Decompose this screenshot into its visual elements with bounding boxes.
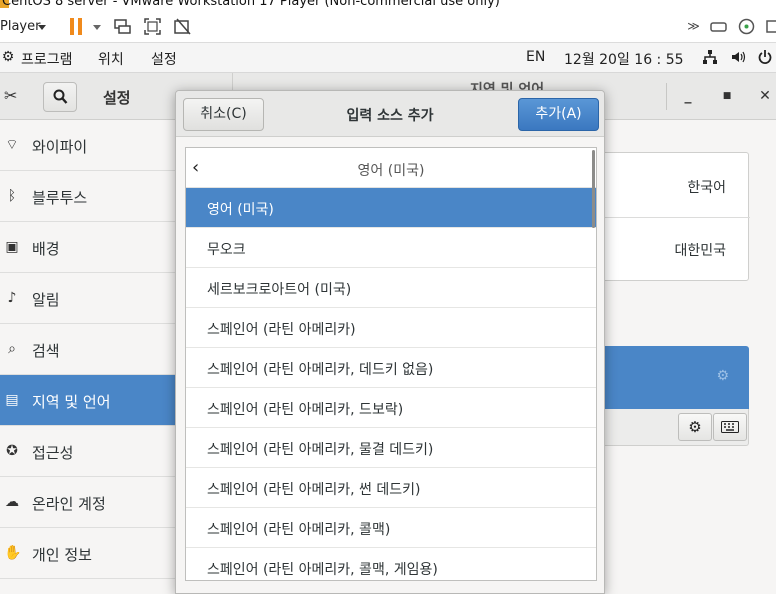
list-item[interactable]: 스페인어 (라틴 아메리카, 콜맥) (186, 508, 596, 548)
list-item-label: 스페인어 (라틴 아메리카, 물결 데드키) (207, 442, 434, 458)
places-menu[interactable]: 위치 (98, 49, 124, 69)
language-formats-box: 한국어 대한민국 (585, 152, 750, 281)
list-item[interactable]: 스페인어 (라틴 아메리카, 데드키 없음) (186, 348, 596, 388)
chevron-down-icon[interactable] (38, 25, 46, 30)
network-adapter-icon[interactable] (762, 17, 776, 36)
category-label: 영어 (미국) (357, 163, 425, 179)
list-item-label: 스페인어 (라틴 아메리카, 데드키 없음) (207, 362, 434, 378)
list-item[interactable]: 스페인어 (라틴 아메리카, 물결 데드키) (186, 428, 596, 468)
list-item-label: 세르보크로아트어 (미국) (207, 282, 352, 298)
minimize-button[interactable]: _ (679, 87, 697, 105)
sidebar-item-label: 개인 정보 (32, 546, 92, 564)
list-item[interactable]: 스페인어 (라틴 아메리카, 드보락) (186, 388, 596, 428)
list-item-label: 스페인어 (라틴 아메리카, 콜맥) (207, 522, 391, 538)
scrollbar[interactable] (592, 150, 595, 228)
hard-disk-icon[interactable] (709, 17, 728, 36)
keyboard-icon (721, 421, 739, 433)
list-item-label: 영어 (미국) (207, 202, 274, 218)
more-devices-icon[interactable]: ≫ (684, 17, 703, 36)
pause-icon[interactable] (70, 18, 74, 35)
app-menu[interactable]: 설정 (151, 49, 177, 69)
formats-value[interactable]: 대한민국 (674, 240, 726, 260)
sidebar-item-label: 지역 및 언어 (32, 393, 111, 411)
vmware-toolbar: Player ≫ (0, 11, 776, 43)
list-item[interactable]: 스페인어 (라틴 아메리카, 콜맥, 게임용) (186, 548, 596, 580)
gnome-top-bar: ⚙ 프로그램 위치 설정 EN 12월 20일 16 : 55 (0, 43, 776, 73)
clock[interactable]: 12월 20일 16 : 55 (564, 49, 684, 69)
list-item-label: 스페인어 (라틴 아메리카, 드보락) (207, 402, 404, 418)
vmware-window-title: CentOS 8 server - VMware Workstation 17 … (2, 0, 500, 9)
add-input-source-dialog: 취소(C) 입력 소스 추가 추가(A) ‹ 영어 (미국) 영어 (미국) 무오… (175, 90, 605, 594)
online-accounts-icon: ☁ (5, 494, 19, 510)
list-item[interactable]: 스페인어 (라틴 아메리카, 썬 데드키) (186, 468, 596, 508)
keyboard-layout-button[interactable] (713, 413, 747, 441)
applications-menu[interactable]: 프로그램 (21, 49, 73, 69)
header-separator (666, 83, 667, 110)
divider (586, 217, 750, 218)
list-item[interactable]: 무오크 (186, 228, 596, 268)
volume-icon[interactable] (730, 49, 746, 65)
search-icon: ⌕ (8, 341, 16, 357)
list-item[interactable]: 영어 (미국) (186, 188, 596, 228)
sidebar-item-label: 검색 (32, 342, 60, 360)
accessibility-icon: ✪ (6, 443, 18, 459)
input-source-row-selected[interactable]: ⚙ (585, 346, 749, 409)
input-source-indicator[interactable]: EN (526, 49, 545, 65)
list-item[interactable]: 스페인어 (라틴 아메리카) (186, 308, 596, 348)
display-icon: ▣ (5, 239, 19, 255)
list-item-label: 스페인어 (라틴 아메리카) (207, 322, 356, 338)
list-item-label: 무오크 (207, 242, 246, 258)
add-button[interactable]: 추가(A) (518, 98, 599, 131)
list-category-header[interactable]: ‹ 영어 (미국) (186, 148, 596, 188)
network-wired-icon[interactable] (702, 49, 718, 65)
search-icon (53, 89, 68, 104)
sidebar-item-label: 온라인 계정 (32, 495, 106, 513)
language-value[interactable]: 한국어 (687, 177, 726, 197)
tools-icon: ✂ (4, 86, 18, 105)
sidebar-item-label: 와이파이 (32, 138, 88, 156)
gear-icon: ⚙ (716, 368, 729, 384)
list-item[interactable]: 세르보크로아트어 (미국) (186, 268, 596, 308)
chevron-down-icon[interactable] (93, 25, 101, 30)
list-item-label: 스페인어 (라틴 아메리카, 썬 데드키) (207, 482, 421, 498)
wifi-icon: ⌔ (5, 137, 19, 153)
maximize-button[interactable]: ■ (718, 87, 736, 105)
input-source-toolbar: ⚙ (585, 409, 749, 446)
unity-icon[interactable] (173, 17, 192, 36)
cd-dvd-icon[interactable] (737, 17, 756, 36)
input-source-list: ‹ 영어 (미국) 영어 (미국) 무오크세르보크로아트어 (미국) 스페인어 (라… (185, 147, 597, 581)
fullscreen-icon[interactable] (143, 17, 162, 36)
region-icon: ▤ (5, 392, 19, 408)
list-item-label: 스페인어 (라틴 아메리카, 콜맥, 게임용) (207, 562, 438, 578)
sidebar-item-label: 배경 (32, 240, 60, 258)
bell-icon: ♪ (7, 290, 17, 306)
input-source-settings-button[interactable]: ⚙ (678, 413, 712, 441)
settings-app-icon: ⚙ (1, 49, 15, 65)
bluetooth-icon: ᛒ (7, 188, 17, 204)
pause-icon-bar[interactable] (78, 18, 82, 35)
privacy-hand-icon: ✋ (4, 545, 22, 561)
sidebar-item-label: 알림 (32, 291, 60, 309)
settings-title: 설정 (103, 89, 131, 107)
sidebar-item-label: 접근성 (32, 444, 74, 462)
vmware-title-bar: CentOS 8 server - VMware Workstation 17 … (0, 0, 776, 11)
sidebar-item-label: 블루투스 (32, 189, 88, 207)
send-ctrl-alt-del-icon[interactable] (113, 17, 132, 36)
power-icon[interactable] (757, 49, 773, 65)
close-button[interactable]: ✕ (756, 87, 774, 105)
dialog-header: 취소(C) 입력 소스 추가 추가(A) (176, 91, 604, 137)
player-menu[interactable]: Player (0, 19, 40, 34)
search-button[interactable] (43, 82, 77, 112)
